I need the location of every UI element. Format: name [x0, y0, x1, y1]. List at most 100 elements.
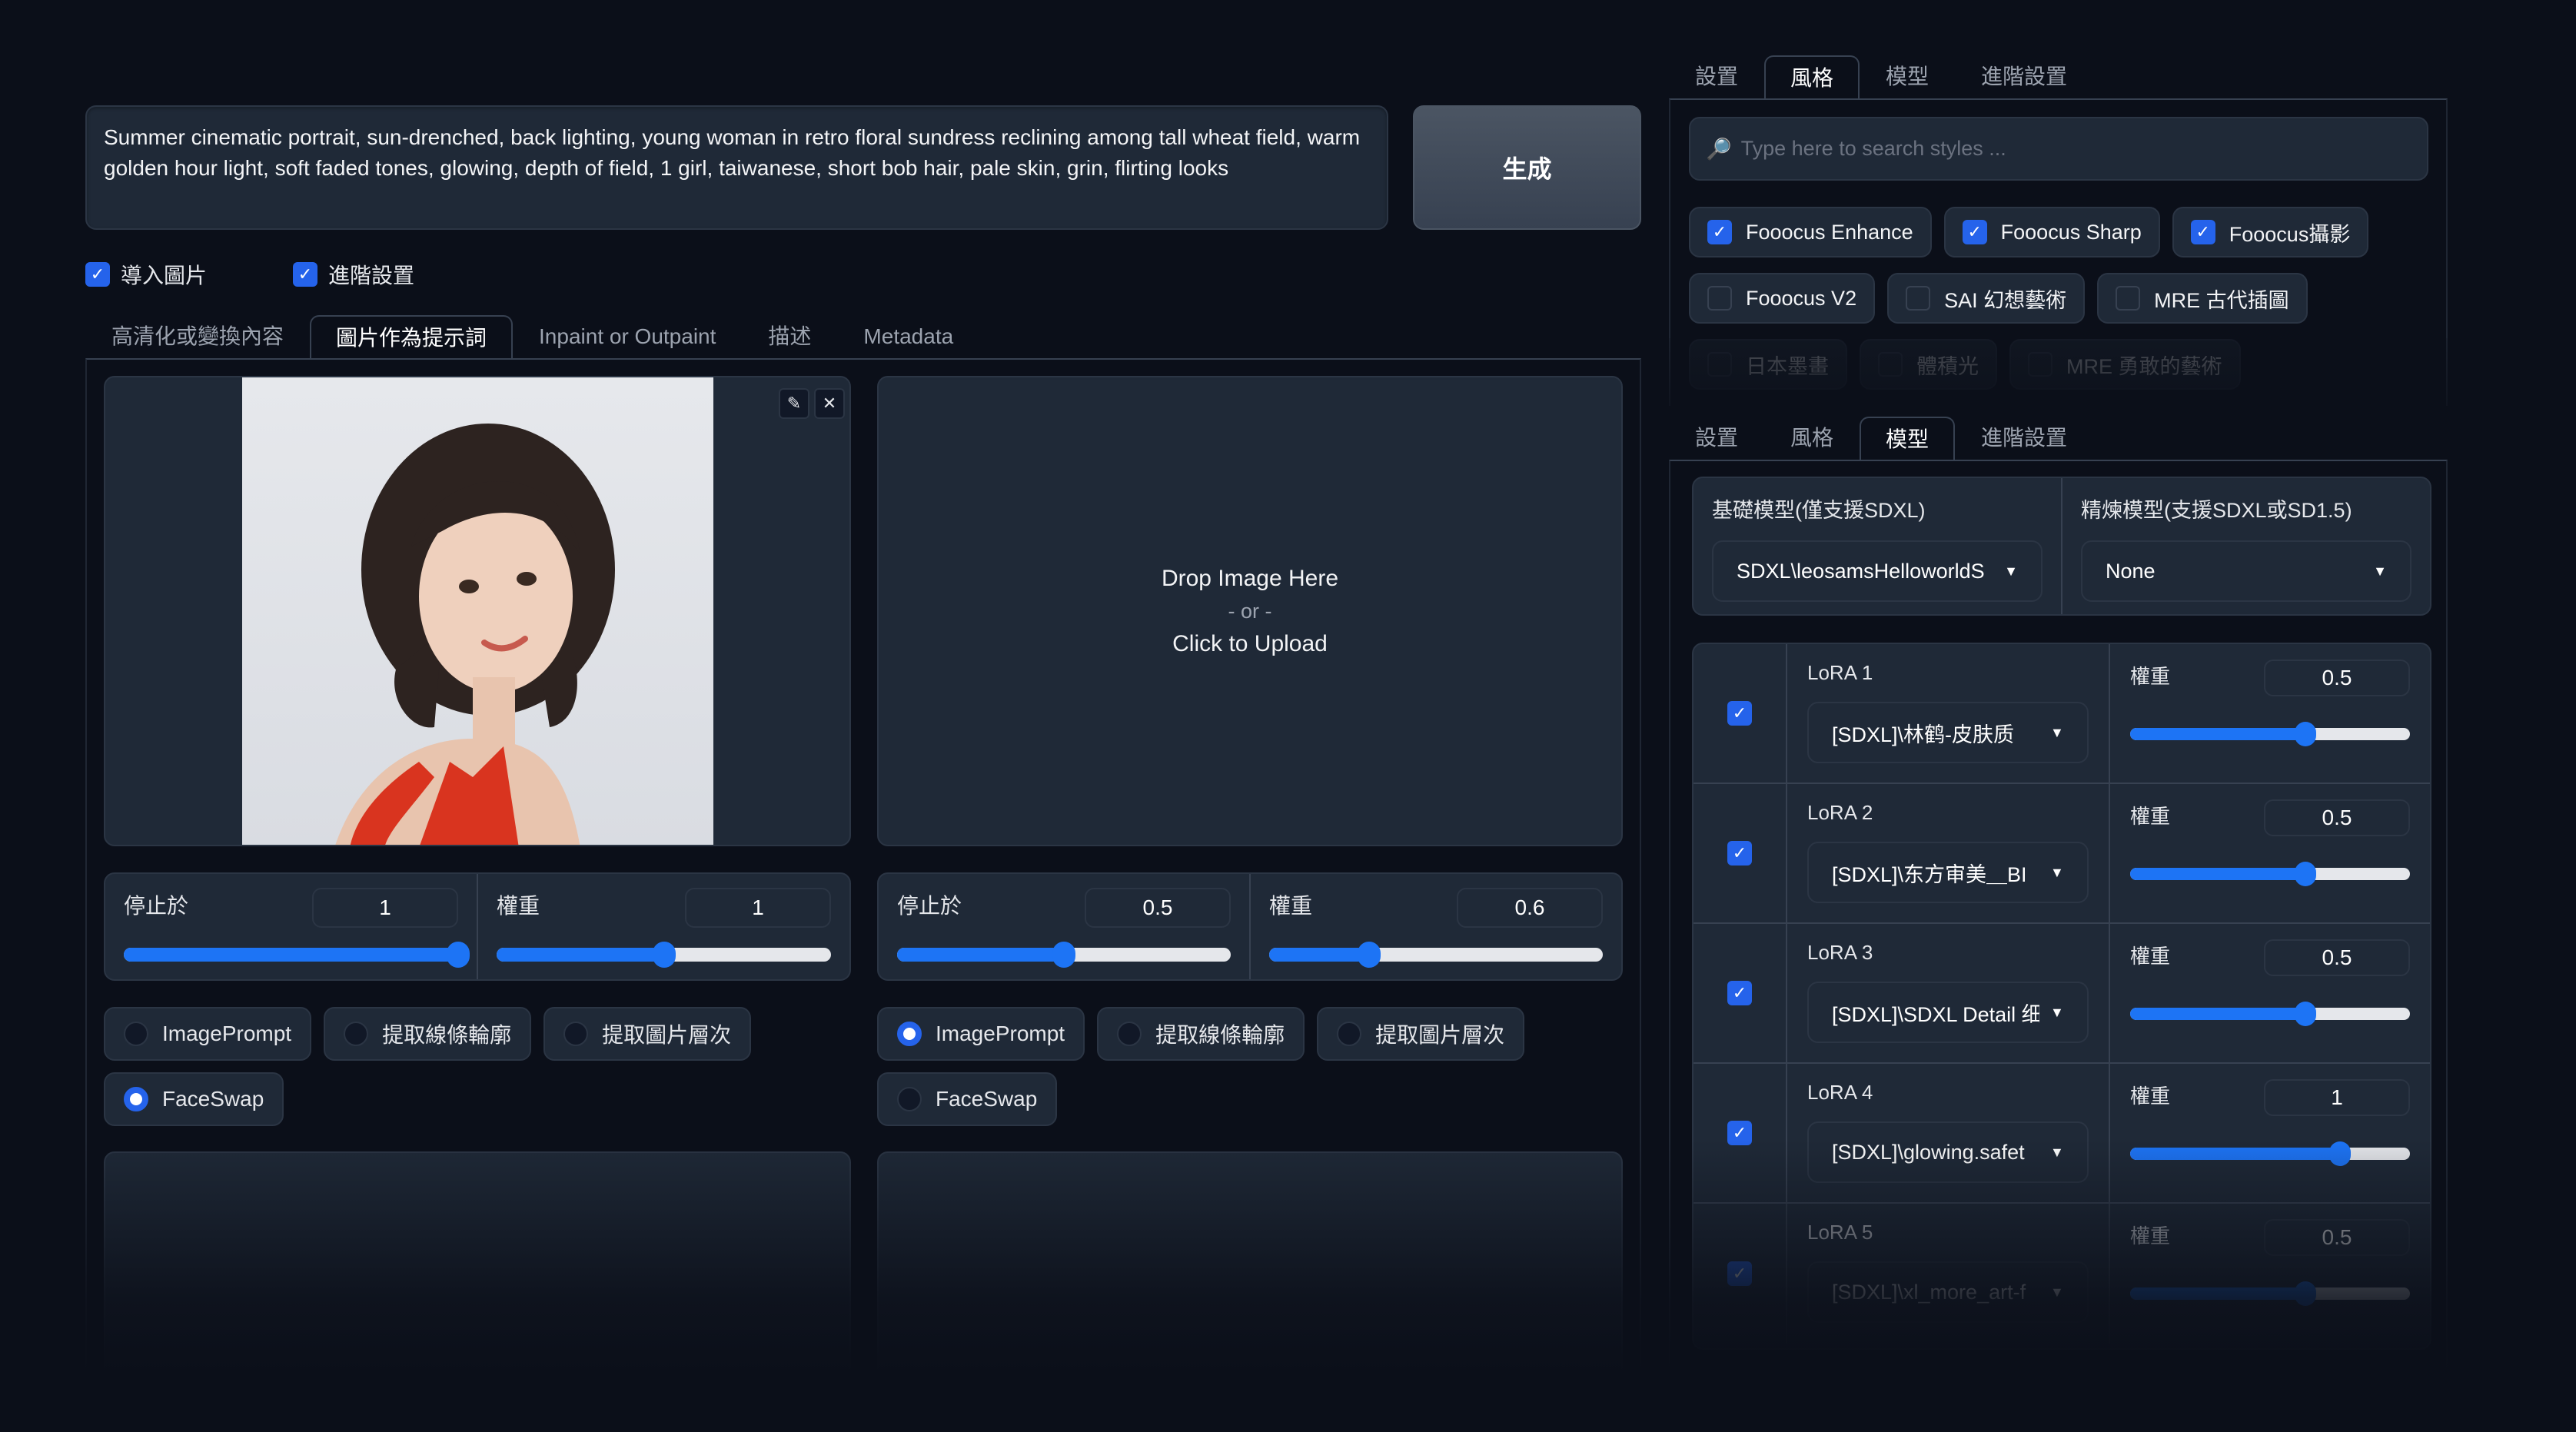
remove-image-button[interactable]: ✕: [814, 388, 845, 419]
radio-icon[interactable]: [1117, 1022, 1142, 1046]
checkbox-icon[interactable]: ✓: [1707, 286, 1732, 311]
checkbox-icon[interactable]: ✓: [1707, 220, 1732, 244]
tab-styles[interactable]: 風格: [1764, 55, 1860, 100]
checkbox-icon[interactable]: ✓: [1727, 1261, 1752, 1286]
lora-weight-input[interactable]: 0.5: [2264, 660, 2410, 696]
lora-weight-slider[interactable]: [2130, 1002, 2410, 1026]
slider-thumb[interactable]: [652, 942, 676, 968]
style-search-input[interactable]: 🔎 Type here to search styles ...: [1689, 117, 2428, 181]
stop-at-slider[interactable]: [124, 942, 470, 968]
type-imageprompt[interactable]: ImagePrompt: [104, 1007, 312, 1061]
checkbox-icon[interactable]: ✓: [2028, 352, 2052, 377]
stop-at-slider[interactable]: [897, 942, 1231, 968]
image-slot-2-dropzone[interactable]: Drop Image Here - or - Click to Upload: [877, 376, 1623, 846]
weight-input[interactable]: 1: [685, 888, 831, 928]
style-mre-ancient-illustration[interactable]: ✓ MRE 古代插圖: [2097, 273, 2308, 324]
checkbox-icon[interactable]: ✓: [85, 262, 110, 287]
prompt-input[interactable]: Summer cinematic portrait, sun-drenched,…: [85, 105, 1388, 230]
slider-thumb[interactable]: [2294, 1002, 2316, 1026]
base-model-dropdown[interactable]: SDXL\leosamsHelloworldS ▼: [1712, 540, 2043, 602]
lora-weight-slider[interactable]: [2130, 862, 2410, 886]
lora-model-dropdown[interactable]: [SDXL]\SDXL Detail 细 ▼: [1807, 982, 2089, 1043]
slider-thumb[interactable]: [2329, 1141, 2351, 1166]
lora-weight-slider[interactable]: [2130, 1281, 2410, 1306]
type-imageprompt[interactable]: ImagePrompt: [877, 1007, 1085, 1061]
slider-thumb[interactable]: [2294, 1281, 2316, 1306]
tab-models[interactable]: 模型: [1860, 417, 1956, 461]
style-volumetric-light[interactable]: ✓ 體積光: [1860, 339, 1997, 390]
checkbox-icon[interactable]: ✓: [293, 262, 317, 287]
lora-model-dropdown[interactable]: [SDXL]\xl_more_art-f ▼: [1807, 1261, 2089, 1323]
edit-image-button[interactable]: ✎: [779, 388, 809, 419]
lora-model-dropdown[interactable]: [SDXL]\林鹤-皮肤质 ▼: [1807, 702, 2089, 763]
tab-settings[interactable]: 設置: [1669, 415, 1764, 460]
style-japanese-ink[interactable]: ✓ 日本墨畫: [1689, 339, 1847, 390]
option-input-image[interactable]: ✓ 導入圖片: [85, 259, 207, 290]
lora-weight-input[interactable]: 0.5: [2264, 1219, 2410, 1256]
tab-styles[interactable]: 風格: [1764, 415, 1860, 460]
tab-advanced[interactable]: 進階設置: [1955, 54, 2093, 98]
style-fooocus-v2[interactable]: ✓ Fooocus V2: [1689, 273, 1876, 324]
image-slot-3[interactable]: [104, 1151, 851, 1432]
checkbox-icon[interactable]: ✓: [1727, 841, 1752, 866]
radio-icon[interactable]: [897, 1022, 922, 1046]
slider-thumb[interactable]: [447, 942, 470, 968]
style-fooocus-photograph[interactable]: ✓ Fooocus攝影: [2172, 207, 2369, 257]
tab-advanced[interactable]: 進階設置: [1955, 415, 2093, 460]
slider-thumb[interactable]: [2294, 862, 2316, 886]
lora-model-dropdown[interactable]: [SDXL]\东方审美＿BI ▼: [1807, 842, 2089, 903]
lora-weight-input[interactable]: 1: [2264, 1079, 2410, 1116]
style-mre-brave-art[interactable]: ✓ MRE 勇敢的藝術: [2009, 339, 2241, 390]
slider-thumb[interactable]: [1358, 942, 1381, 968]
tab-inpaint-outpaint[interactable]: Inpaint or Outpaint: [513, 314, 742, 358]
radio-icon[interactable]: [124, 1022, 148, 1046]
stop-at-input[interactable]: 0.5: [1085, 888, 1231, 928]
tab-metadata[interactable]: Metadata: [837, 314, 979, 358]
type-faceswap[interactable]: FaceSwap: [104, 1072, 284, 1126]
checkbox-icon[interactable]: ✓: [1727, 701, 1752, 726]
lora-weight-input[interactable]: 0.5: [2264, 939, 2410, 976]
checkbox-icon[interactable]: ✓: [1707, 352, 1732, 377]
option-advanced[interactable]: ✓ 進階設置: [293, 259, 414, 290]
radio-icon[interactable]: [124, 1087, 148, 1111]
type-cpds[interactable]: 提取圖片層次: [543, 1007, 752, 1061]
image-slot-1[interactable]: ✎ ✕: [104, 376, 851, 846]
weight-slider[interactable]: [1269, 942, 1603, 968]
checkbox-icon[interactable]: ✓: [1906, 286, 1931, 311]
checkbox-icon[interactable]: ✓: [1727, 981, 1752, 1005]
checkbox-icon[interactable]: ✓: [1878, 352, 1903, 377]
slider-thumb[interactable]: [2294, 722, 2316, 746]
lora-weight-input[interactable]: 0.5: [2264, 799, 2410, 836]
slider-thumb[interactable]: [1052, 942, 1075, 968]
weight-input[interactable]: 0.6: [1457, 888, 1603, 928]
tab-upscale-vary[interactable]: 高清化或變換內容: [85, 314, 310, 358]
radio-icon[interactable]: [1337, 1022, 1362, 1046]
tab-describe[interactable]: 描述: [742, 314, 837, 358]
type-pyracanny[interactable]: 提取線條輪廓: [1097, 1007, 1305, 1061]
style-fooocus-enhance[interactable]: ✓ Fooocus Enhance: [1689, 207, 1932, 257]
stop-at-input[interactable]: 1: [312, 888, 458, 928]
generate-button[interactable]: 生成: [1413, 105, 1641, 230]
tab-image-prompt[interactable]: 圖片作為提示詞: [310, 315, 514, 360]
checkbox-icon[interactable]: ✓: [1962, 220, 1987, 244]
type-cpds[interactable]: 提取圖片層次: [1317, 1007, 1525, 1061]
refiner-model-dropdown[interactable]: None ▼: [2081, 540, 2411, 602]
lora-weight-slider[interactable]: [2130, 722, 2410, 746]
lora-model-dropdown[interactable]: [SDXL]\glowing.safet ▼: [1807, 1121, 2089, 1183]
type-pyracanny[interactable]: 提取線條輪廓: [324, 1007, 532, 1061]
style-sai-fantasy-art[interactable]: ✓ SAI 幻想藝術: [1887, 273, 2086, 324]
image-slot-4[interactable]: [877, 1151, 1623, 1432]
checkbox-icon[interactable]: ✓: [1727, 1121, 1752, 1145]
type-faceswap[interactable]: FaceSwap: [877, 1072, 1058, 1126]
tab-models[interactable]: 模型: [1860, 54, 1955, 98]
lora-model-value: [SDXL]\东方审美＿BI: [1832, 862, 2027, 886]
radio-icon[interactable]: [563, 1022, 589, 1046]
lora-weight-slider[interactable]: [2130, 1141, 2410, 1166]
radio-icon[interactable]: [897, 1087, 922, 1111]
tab-settings[interactable]: 設置: [1669, 54, 1764, 98]
checkbox-icon[interactable]: ✓: [2190, 220, 2215, 244]
style-fooocus-sharp[interactable]: ✓ Fooocus Sharp: [1943, 207, 2160, 257]
weight-slider[interactable]: [497, 942, 831, 968]
radio-icon[interactable]: [344, 1022, 369, 1046]
checkbox-icon[interactable]: ✓: [2116, 286, 2141, 311]
